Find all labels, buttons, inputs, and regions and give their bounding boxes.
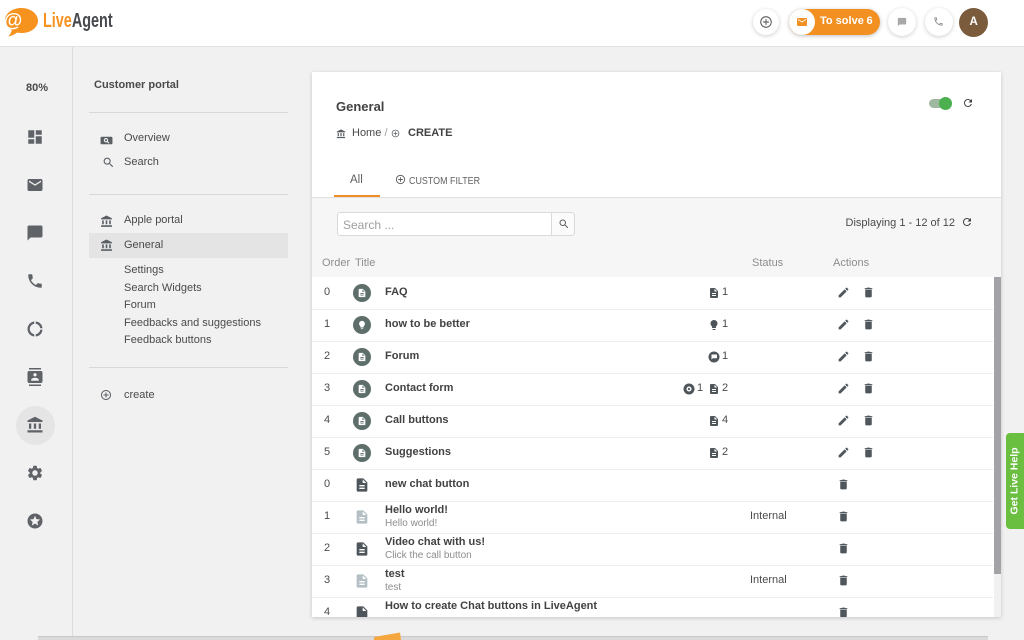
svg-text:@: @ <box>4 11 23 32</box>
